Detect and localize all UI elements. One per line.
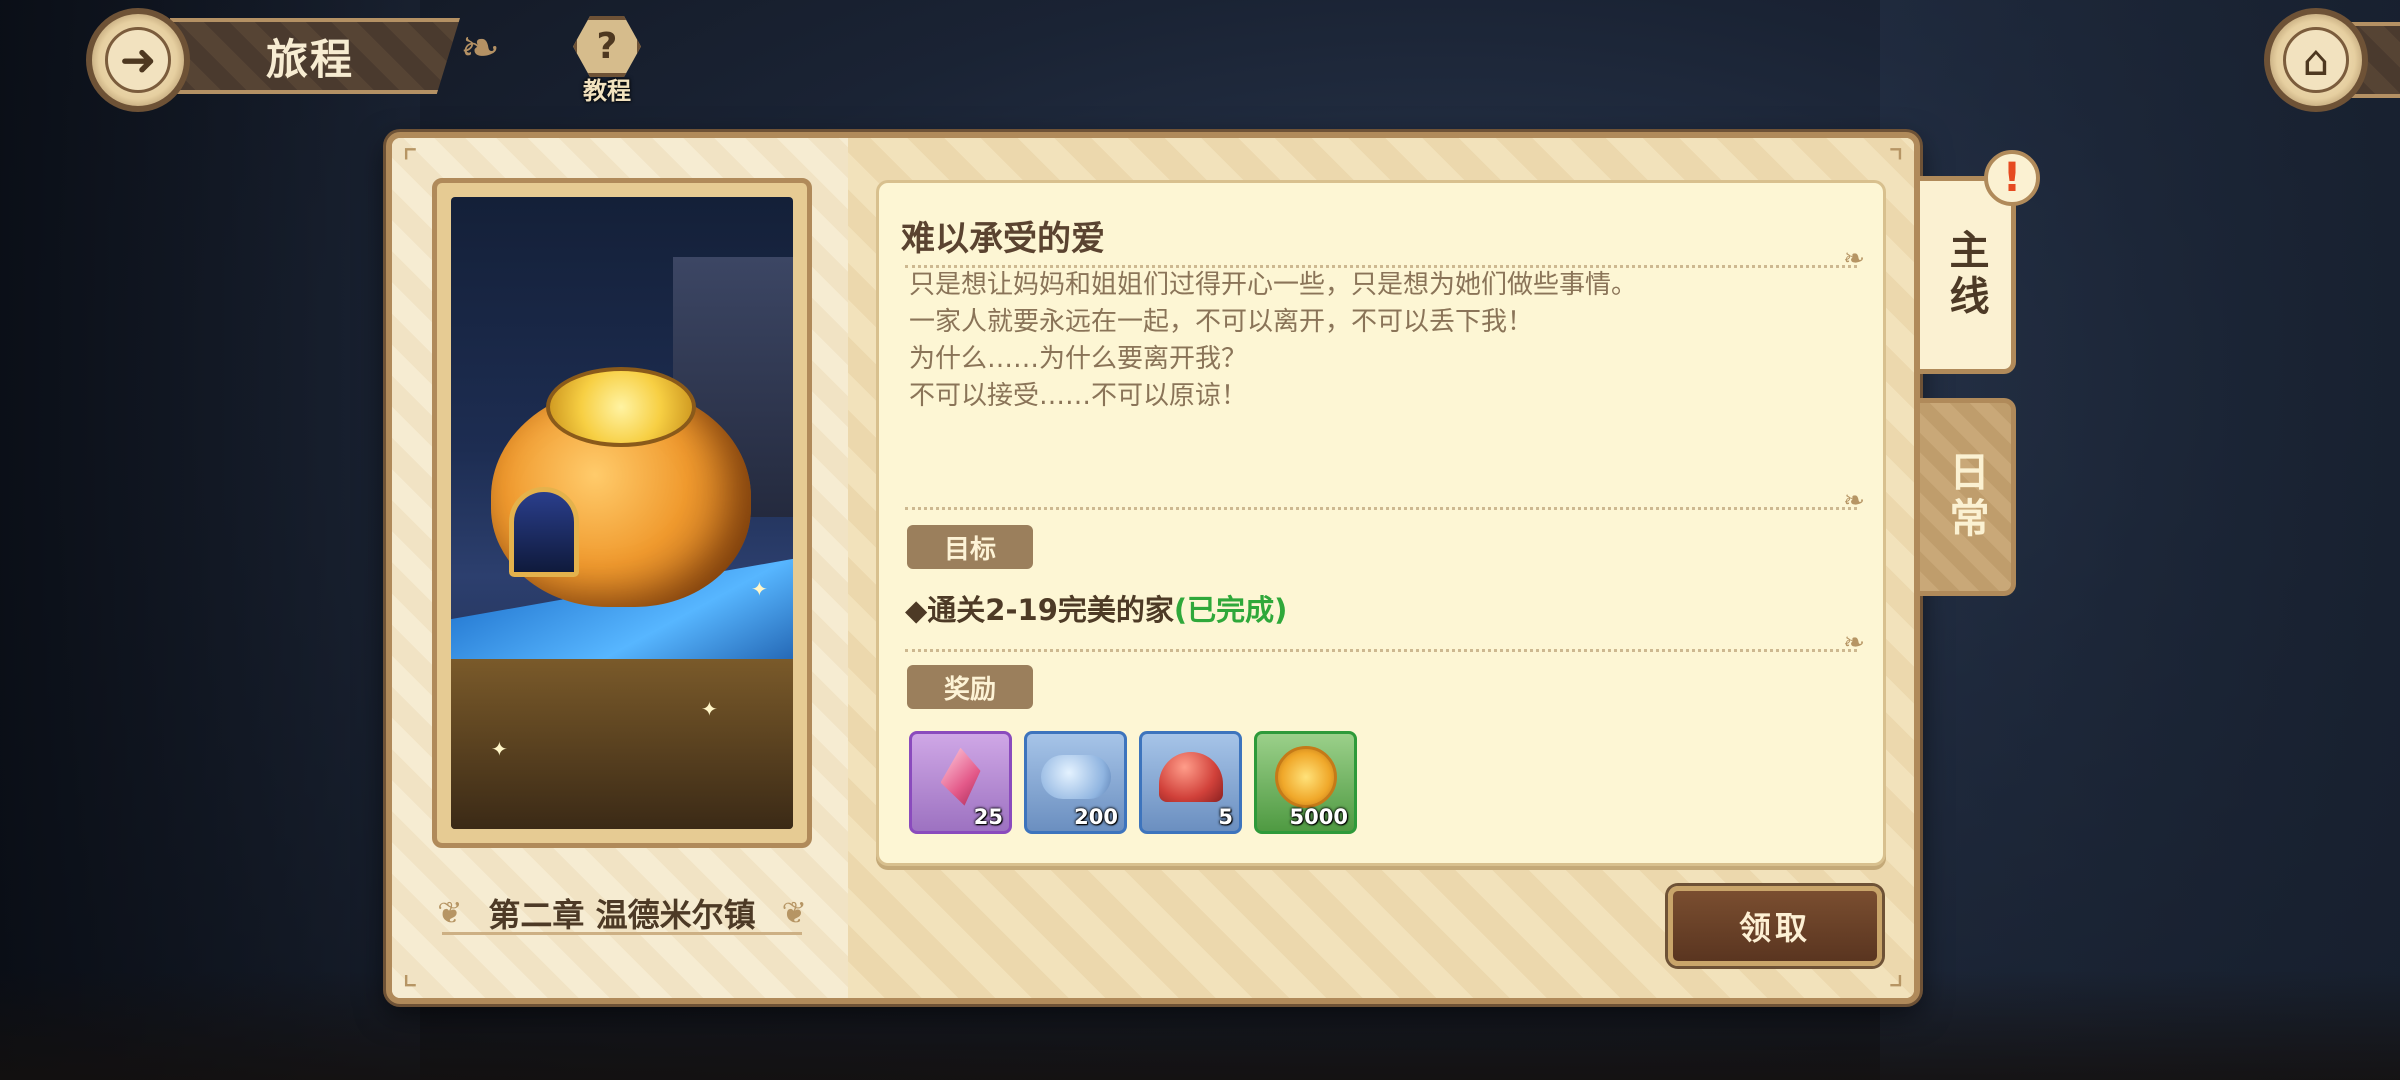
reward-item[interactable]: 5000 (1254, 731, 1357, 834)
description-line: 一家人就要永远在一起，不可以离开，不可以丢下我！ (909, 307, 1534, 337)
description-line: 不可以接受……不可以原谅！ (909, 381, 1248, 411)
art-door (509, 487, 579, 577)
title-plate: 旅程 (170, 18, 460, 94)
tab-daily-label: 日常 (1942, 451, 1989, 543)
back-button[interactable]: ➜ (86, 8, 190, 112)
star-cloud-icon (1040, 754, 1111, 799)
chapter-art-frame: ✦ ✦ ✦ (432, 178, 812, 848)
gold-coin-icon (1274, 745, 1337, 808)
sparkle-icon: ✦ (491, 737, 508, 761)
corner-ornament-icon: ⌝ (1888, 143, 1904, 183)
objective: ◆通关2-19完美的家(已完成) (905, 587, 1287, 629)
reward-tag: 奖励 (907, 665, 1033, 709)
reward-count: 5000 (1289, 805, 1348, 829)
home-icon: ⌂ (2283, 27, 2349, 93)
corner-ornament-icon: ⌟ (1888, 953, 1904, 993)
tutorial-button[interactable]: ? 教程 (565, 16, 649, 106)
tab-main-story[interactable]: 主线 (1920, 176, 2016, 374)
corner-ornament-icon: ⌞ (402, 953, 418, 993)
objective-status: (已完成) (1173, 593, 1288, 627)
art-pumpkin-roof (546, 367, 696, 447)
objective-tag: 目标 (907, 525, 1033, 569)
chapter-label: ❦ 第二章 温德米尔镇 ❦ (422, 878, 822, 948)
reward-count: 200 (1074, 805, 1118, 829)
sparkle-icon: ✦ (751, 577, 768, 601)
journey-panel: ⌜ ⌝ ⌞ ⌟ ✦ ✦ ✦ ❦ 第二章 温德米尔镇 ❦ 难以承受的爱 ❧ 只是想… (386, 132, 1920, 1004)
tab-main-label: 主线 (1942, 229, 1989, 321)
divider: ❧ (905, 628, 1865, 658)
flourish-icon: ❦ (781, 895, 807, 931)
crystal-gem-icon (940, 747, 981, 806)
chapter-underline (442, 932, 802, 935)
description-line: 为什么……为什么要离开我？ (909, 344, 1248, 374)
reward-list: 25 200 5 5000 (909, 731, 1357, 834)
back-arrow-icon: ➜ (105, 27, 171, 93)
reward-item[interactable]: 200 (1024, 731, 1127, 834)
reward-count: 25 (973, 805, 1003, 829)
mushroom-icon (1158, 751, 1223, 802)
sparkle-icon: ✦ (701, 697, 718, 721)
quest-title: 难以承受的爱 (901, 219, 1105, 259)
help-icon: ? (573, 16, 641, 77)
quest-card: 难以承受的爱 ❧ 只是想让妈妈和姐姐们过得开心一些，只是想为她们做些事情。 一家… (876, 180, 1886, 866)
alert-icon: ! (1984, 150, 2040, 206)
flourish-icon: ❦ (437, 895, 463, 931)
claim-button[interactable]: 领取 (1668, 886, 1882, 966)
reward-item[interactable]: 25 (909, 731, 1012, 834)
objective-text: ◆通关2-19完美的家 (905, 593, 1174, 627)
quest-description: 只是想让妈妈和姐姐们过得开心一些，只是想为她们做些事情。 一家人就要永远在一起，… (909, 267, 1809, 415)
home-button[interactable]: ⌂ (2264, 8, 2368, 112)
chapter-illustration: ✦ ✦ ✦ (451, 197, 793, 829)
flourish-icon: ❧ (460, 20, 501, 76)
tab-daily[interactable]: 日常 (1920, 398, 2016, 596)
corner-ornament-icon: ⌜ (402, 143, 418, 183)
chapter-name: 第二章 温德米尔镇 (488, 896, 756, 934)
divider: ❧ (905, 486, 1865, 516)
description-line: 只是想让妈妈和姐姐们过得开心一些，只是想为她们做些事情。 (909, 270, 1638, 300)
reward-item[interactable]: 5 (1139, 731, 1242, 834)
page-title: 旅程 (266, 34, 355, 84)
reward-count: 5 (1218, 805, 1233, 829)
background-left (0, 0, 420, 1080)
